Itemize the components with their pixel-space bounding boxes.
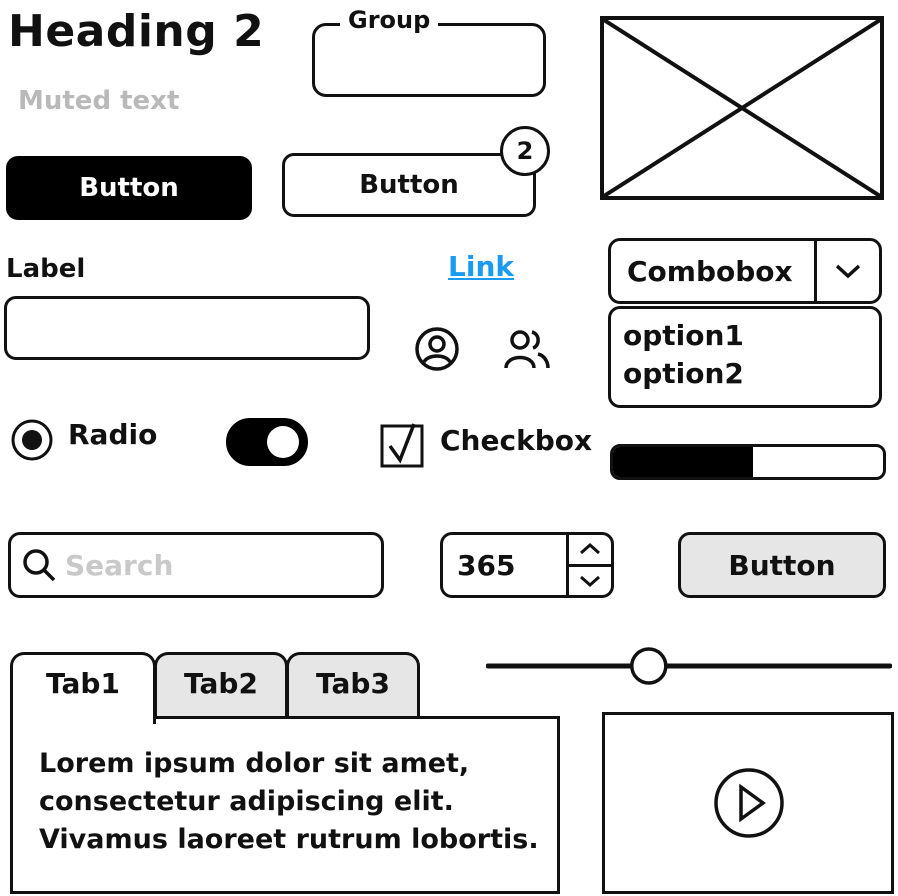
page-heading: Heading 2 xyxy=(8,6,265,57)
muted-text: Muted text xyxy=(18,86,180,116)
slider[interactable] xyxy=(486,640,892,692)
combobox-option[interactable]: option1 xyxy=(623,317,867,355)
chevron-down-icon xyxy=(580,575,600,587)
combobox-options: option1 option2 xyxy=(608,306,882,408)
grey-button[interactable]: Button xyxy=(678,532,886,598)
radio-button[interactable] xyxy=(10,418,54,466)
chevron-down-icon[interactable] xyxy=(814,241,879,301)
tab-3[interactable]: Tab3 xyxy=(286,652,420,722)
decrement-button[interactable] xyxy=(569,563,611,596)
tab-panel: Lorem ipsum dolor sit amet, consectetur … xyxy=(10,716,560,894)
notification-badge: 2 xyxy=(500,126,550,176)
stepper-value[interactable]: 365 xyxy=(443,535,566,595)
link[interactable]: Link xyxy=(448,250,514,283)
slider-thumb[interactable] xyxy=(630,647,668,685)
search-icon xyxy=(11,547,63,583)
combobox[interactable]: Combobox xyxy=(608,238,882,304)
tab-text-line: Lorem ipsum dolor sit amet, xyxy=(39,748,470,779)
users-icon[interactable] xyxy=(502,326,552,376)
increment-button[interactable] xyxy=(569,535,611,564)
primary-button[interactable]: Button xyxy=(6,156,252,220)
toggle-switch[interactable] xyxy=(226,418,308,466)
search-input[interactable] xyxy=(63,547,367,583)
tab-text-line: Vivamus laoreet rutrum lobortis. xyxy=(39,824,539,855)
chevron-up-icon xyxy=(580,543,600,555)
search-field[interactable] xyxy=(8,532,384,598)
checkbox-label: Checkbox xyxy=(440,424,593,457)
group-label: Group xyxy=(340,6,439,34)
checkbox[interactable] xyxy=(380,420,428,474)
image-placeholder xyxy=(600,16,884,200)
combobox-value: Combobox xyxy=(627,254,793,288)
number-stepper[interactable]: 365 xyxy=(440,532,614,598)
user-circle-icon[interactable] xyxy=(414,326,460,376)
radio-label: Radio xyxy=(68,418,158,451)
group-box xyxy=(312,23,546,97)
tab-2[interactable]: Tab2 xyxy=(154,652,288,722)
video-player[interactable] xyxy=(602,712,894,894)
text-input[interactable] xyxy=(4,296,370,360)
progress-fill xyxy=(613,447,754,477)
tab-1[interactable]: Tab1 xyxy=(10,652,156,724)
combobox-option[interactable]: option2 xyxy=(623,355,867,393)
secondary-button[interactable]: Button xyxy=(282,153,536,217)
field-label: Label xyxy=(6,254,86,284)
play-icon[interactable] xyxy=(713,767,785,839)
toggle-knob xyxy=(267,426,299,458)
tab-text-line: consectetur adipiscing elit. xyxy=(39,786,454,817)
progress-bar xyxy=(610,444,886,480)
